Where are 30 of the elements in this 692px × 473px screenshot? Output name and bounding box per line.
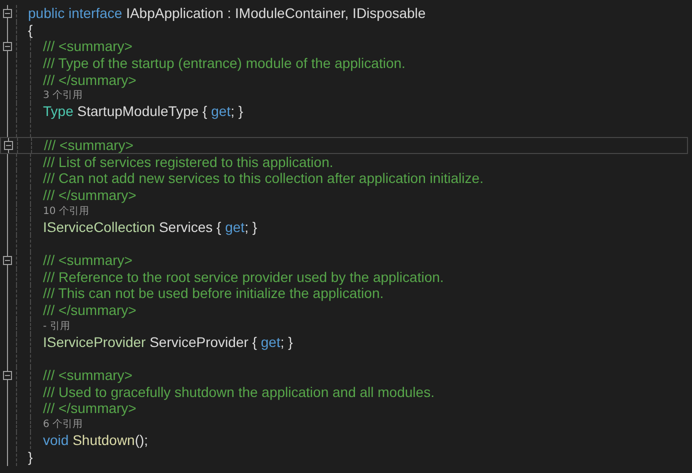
- code-line: void Shutdown();: [43, 432, 148, 449]
- brace: }: [28, 448, 33, 466]
- doc-comment: /// Used to gracefully shutdown the application and all modules.: [43, 384, 434, 400]
- doc-comment: /// This can not be used before initialize the application.: [43, 285, 384, 302]
- collapse-icon[interactable]: [3, 370, 12, 380]
- doc-comment: /// Type of the startup (entrance) module of the application.: [43, 55, 406, 72]
- doc-comment: /// <summary>: [43, 38, 132, 56]
- doc-comment: /// <summary>: [43, 252, 132, 269]
- collapse-icon[interactable]: [3, 8, 12, 18]
- doc-comment: /// </summary>: [43, 400, 136, 418]
- code-line: public interface IAbpApplication : IModuleContainer, IDisposable: [28, 5, 426, 22]
- collapse-icon[interactable]: [4, 140, 13, 150]
- doc-comment: /// Can not add new services to this collection after application initialize.: [43, 170, 484, 187]
- doc-comment: /// </summary>: [43, 302, 136, 319]
- doc-comment: /// <summary>: [44, 138, 134, 152]
- collapse-icon[interactable]: [3, 42, 12, 52]
- doc-comment: /// List of services registered to this application.: [43, 154, 334, 170]
- references-link[interactable]: 3 个引用: [43, 88, 83, 104]
- brace: {: [28, 22, 33, 38]
- code-line: Type StartupModuleType { get; }: [43, 103, 244, 120]
- references-link[interactable]: 6 个引用: [43, 417, 83, 432]
- references-link[interactable]: 10 个引用: [43, 204, 89, 219]
- doc-comment: /// <summary>: [43, 367, 132, 384]
- doc-comment: /// Reference to the root service provider used by the application.: [43, 268, 444, 286]
- references-link[interactable]: - 引用: [43, 318, 70, 334]
- doc-comment: /// </summary>: [43, 186, 136, 204]
- code-line: IServiceCollection Services { get; }: [43, 218, 258, 236]
- collapse-icon[interactable]: [3, 256, 12, 265]
- doc-comment: /// </summary>: [43, 72, 136, 88]
- code-line: IServiceProvider ServiceProvider { get; }: [43, 334, 293, 350]
